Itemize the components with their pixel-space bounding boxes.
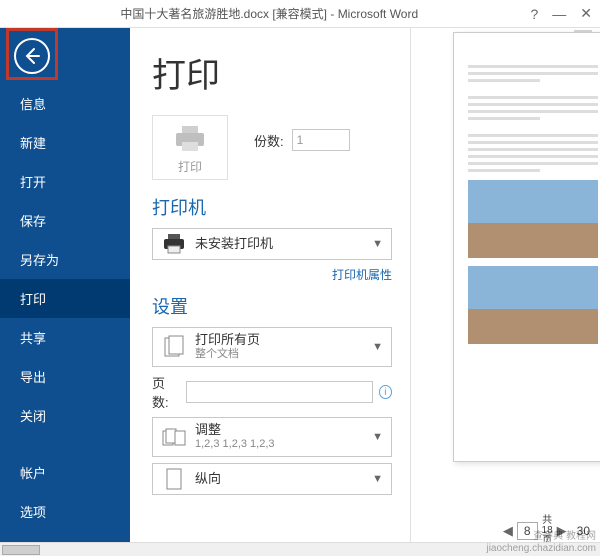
printer-properties-link[interactable]: 打印机属性 xyxy=(152,266,392,283)
main-panel: 打印 打印 份数: 打印机 未安装打印机 ▼ xyxy=(130,28,600,556)
chevron-down-icon: ▼ xyxy=(372,238,383,250)
printer-select[interactable]: 未安装打印机 ▼ xyxy=(152,228,392,260)
sidebar-item-options[interactable]: 选项 xyxy=(0,492,130,531)
sidebar-item-print[interactable]: 打印 xyxy=(0,279,130,318)
preview-image xyxy=(468,180,598,258)
sidebar-item-open[interactable]: 打开 xyxy=(0,162,130,201)
settings-section-head: 设置 xyxy=(152,293,392,319)
chevron-down-icon: ▼ xyxy=(372,431,383,443)
document-title: 中国十大著名旅游胜地.docx [兼容模式] - Microsoft Word xyxy=(8,5,530,22)
copies-label: 份数: xyxy=(254,131,284,150)
close-icon[interactable]: ✕ xyxy=(580,5,592,22)
sidebar-item-save[interactable]: 保存 xyxy=(0,201,130,240)
scrollbar-thumb[interactable] xyxy=(2,545,40,555)
sidebar-item-new[interactable]: 新建 xyxy=(0,123,130,162)
page-title: 打印 xyxy=(152,48,392,97)
back-button[interactable] xyxy=(14,38,50,74)
sidebar-item-account[interactable]: 帐户 xyxy=(0,453,130,492)
sidebar-item-share[interactable]: 共享 xyxy=(0,318,130,357)
orientation-select[interactable]: 纵向 ▼ xyxy=(152,463,392,495)
pages-input[interactable] xyxy=(186,381,373,403)
print-scope-select[interactable]: 打印所有页 整个文档 ▼ xyxy=(152,327,392,367)
preview-page xyxy=(453,32,600,462)
print-button[interactable]: 打印 xyxy=(152,115,228,180)
collate-icon xyxy=(161,426,187,448)
printer-section-head: 打印机 xyxy=(152,194,392,220)
chevron-down-icon: ▼ xyxy=(372,341,383,353)
copies-input[interactable] xyxy=(292,129,350,151)
portrait-icon xyxy=(161,468,187,490)
sidebar-item-saveas[interactable]: 另存为 xyxy=(0,240,130,279)
help-icon[interactable]: ? xyxy=(530,6,538,22)
collate-select[interactable]: 调整 1,2,3 1,2,3 1,2,3 ▼ xyxy=(152,417,392,457)
arrow-left-icon xyxy=(22,46,42,66)
sidebar-item-close[interactable]: 关闭 xyxy=(0,396,130,435)
sidebar: 信息 新建 打开 保存 另存为 打印 共享 导出 关闭 帐户 选项 xyxy=(0,28,130,556)
source-watermark: 查字典 教程网 jiaocheng.chazidian.com xyxy=(486,531,596,554)
backstage: 信息 新建 打开 保存 另存为 打印 共享 导出 关闭 帐户 选项 打印 打印 … xyxy=(0,28,600,556)
printer-icon xyxy=(172,124,208,154)
minimize-icon[interactable]: — xyxy=(552,6,566,22)
printer-icon xyxy=(161,233,187,255)
info-icon[interactable]: i xyxy=(379,385,392,399)
print-preview: ◀ 8 共 18 页 ▶ 30 xyxy=(410,28,600,556)
sidebar-item-export[interactable]: 导出 xyxy=(0,357,130,396)
pages-label: 页数: xyxy=(152,373,180,411)
title-bar: 中国十大著名旅游胜地.docx [兼容模式] - Microsoft Word … xyxy=(0,0,600,28)
sidebar-item-info[interactable]: 信息 xyxy=(0,84,130,123)
pages-icon xyxy=(161,335,187,359)
preview-image xyxy=(468,266,598,344)
print-settings-panel: 打印 打印 份数: 打印机 未安装打印机 ▼ xyxy=(130,28,410,556)
chevron-down-icon: ▼ xyxy=(372,473,383,485)
